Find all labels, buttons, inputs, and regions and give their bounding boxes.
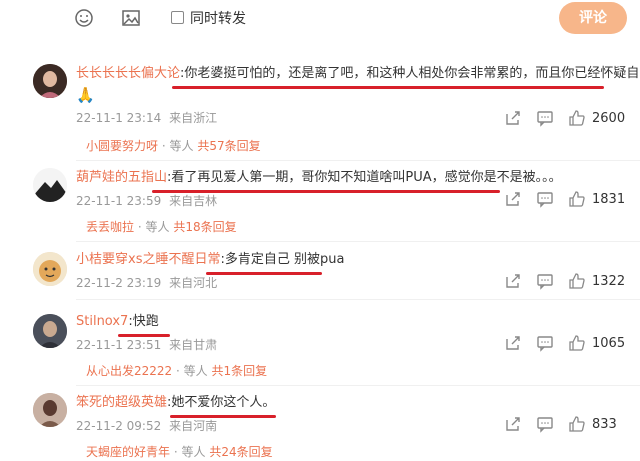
comment-username[interactable]: Stilnox7 (76, 314, 128, 329)
reply-icon[interactable] (536, 415, 554, 433)
comment-text: :快跑 (128, 314, 159, 329)
comment-body: 长长长长长偏大论:你老婆挺可怕的，还是离了吧，和这种人相处你会非常累的，而且你已… (76, 64, 640, 84)
share-icon[interactable] (504, 415, 522, 433)
like-icon[interactable] (568, 334, 586, 352)
reply-username[interactable]: 天蝎座的好青年 (86, 445, 170, 459)
comment-location: 来自河北 (169, 276, 218, 290)
reply-icon[interactable] (536, 109, 554, 127)
reply-count[interactable]: 共57条回复 (197, 139, 260, 153)
reply-username[interactable]: 丢丢咖拉 (86, 220, 134, 234)
reply-icon[interactable] (536, 334, 554, 352)
divider (76, 385, 640, 386)
like-icon[interactable] (568, 109, 586, 127)
comment-actions: 1831 (490, 190, 626, 208)
comment-time: 22-11-1 23:51 (76, 338, 162, 352)
comment-meta: 22-11-2 23:19 来自河北 (76, 274, 217, 291)
avatar[interactable] (33, 64, 67, 98)
share-icon[interactable] (504, 272, 522, 290)
reply-summary[interactable]: 从心出发22222 · 等人 共1条回复 (86, 362, 267, 379)
comment-body: 笨死的超级英雄:她不爱你这个人。 (76, 393, 275, 413)
share-icon[interactable] (504, 334, 522, 352)
comment-emoji: 🙏 (76, 86, 95, 104)
comment-meta: 22-11-1 23:51 来自甘肃 (76, 336, 217, 353)
comment-location: 来自河南 (169, 419, 218, 433)
comment-text: :多肯定自己 别被pua (220, 252, 345, 267)
comment-meta: 22-11-1 23:14 来自浙江 (76, 109, 217, 126)
reply-icon[interactable] (536, 272, 554, 290)
comment-text: :她不爱你这个人。 (167, 395, 276, 410)
like-count: 1065 (592, 335, 626, 351)
comment-username[interactable]: 长长长长长偏大论 (76, 66, 180, 81)
comment-username[interactable]: 小桔要穿xs之睡不醒日常 (76, 252, 220, 267)
comment-meta: 22-11-2 09:52 来自河南 (76, 417, 217, 434)
reply-mid: · 等人 (176, 364, 208, 378)
avatar[interactable] (33, 168, 67, 202)
reply-username[interactable]: 小圆要努力呀 (86, 139, 158, 153)
divider (76, 299, 640, 300)
share-icon[interactable] (504, 109, 522, 127)
like-icon[interactable] (568, 415, 586, 433)
repost-checkbox[interactable] (171, 11, 184, 24)
comment-time: 22-11-2 09:52 (76, 419, 162, 433)
submit-comment-button[interactable]: 评论 (559, 2, 627, 34)
avatar[interactable] (33, 252, 67, 286)
reply-icon[interactable] (536, 190, 554, 208)
comment-time: 22-11-1 23:14 (76, 111, 162, 125)
divider (76, 241, 640, 242)
comment-meta: 22-11-1 23:59 来自吉林 (76, 192, 217, 209)
comment-text: :你老婆挺可怕的，还是离了吧，和这种人相处你会非常累的，而且你已经怀疑自己了 (180, 66, 640, 81)
like-count: 1831 (592, 191, 626, 207)
comment-body: 小桔要穿xs之睡不醒日常:多肯定自己 别被pua (76, 250, 344, 270)
share-icon[interactable] (504, 190, 522, 208)
comment-username[interactable]: 笨死的超级英雄 (76, 395, 167, 410)
comment-actions: 833 (490, 415, 626, 433)
comment-actions: 1065 (490, 334, 626, 352)
comment-location: 来自甘肃 (169, 338, 218, 352)
comment-body: 葫芦娃的五指山:看了再见爱人第一期，哥你知不知道啥叫PUA，感觉你是不是被。。。 (76, 168, 562, 188)
comment-location: 来自吉林 (169, 194, 218, 208)
reply-mid: · 等人 (161, 139, 194, 153)
like-count: 1322 (592, 273, 626, 289)
reply-count[interactable]: 共18条回复 (173, 220, 236, 234)
avatar[interactable] (33, 393, 67, 427)
comment-time: 22-11-1 23:59 (76, 194, 162, 208)
divider (76, 160, 640, 161)
like-icon[interactable] (568, 190, 586, 208)
comment-username[interactable]: 葫芦娃的五指山 (76, 170, 167, 185)
repost-label: 同时转发 (190, 11, 246, 27)
comment-actions: 1322 (490, 272, 626, 290)
comment-time: 22-11-2 23:19 (76, 276, 162, 290)
comment-location: 来自浙江 (169, 111, 218, 125)
reply-summary[interactable]: 小圆要努力呀 · 等人 共57条回复 (86, 137, 261, 154)
comment-actions: 2600 (490, 109, 626, 127)
reply-username[interactable]: 从心出发22222 (86, 364, 172, 378)
comment-toolbar: 同时转发 评论 (0, 0, 640, 40)
reply-count[interactable]: 共1条回复 (211, 364, 267, 378)
emoji-icon[interactable] (74, 8, 94, 28)
highlight-underline (172, 86, 604, 89)
reply-summary[interactable]: 天蝎座的好青年 · 等人 共24条回复 (86, 443, 273, 460)
reply-count[interactable]: 共24条回复 (209, 445, 272, 459)
avatar[interactable] (33, 314, 67, 348)
image-icon[interactable] (121, 8, 141, 28)
reply-summary[interactable]: 丢丢咖拉 · 等人 共18条回复 (86, 218, 237, 235)
like-count: 2600 (592, 110, 626, 126)
comment-body: Stilnox7:快跑 (76, 312, 159, 332)
reply-mid: · 等人 (137, 220, 170, 234)
reply-mid: · 等人 (173, 445, 206, 459)
comment-text: :看了再见爱人第一期，哥你知不知道啥叫PUA，感觉你是不是被。。。 (167, 170, 562, 185)
like-icon[interactable] (568, 272, 586, 290)
highlight-underline (206, 272, 322, 275)
like-count: 833 (592, 416, 617, 432)
